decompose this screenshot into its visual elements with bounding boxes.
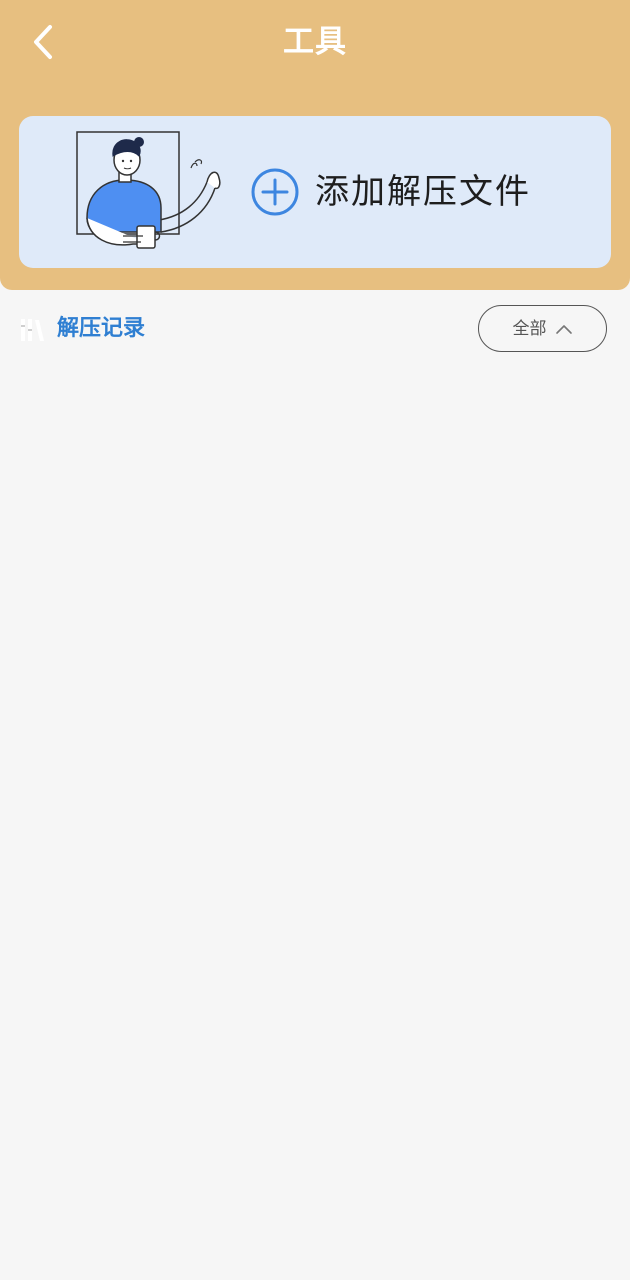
add-file-label: 添加解压文件	[315, 172, 531, 212]
records-icon	[21, 319, 44, 341]
filter-dropdown[interactable]: 全部	[478, 305, 607, 352]
records-title: 解压记录	[57, 316, 146, 341]
header: 工具 添加解压文件	[0, 0, 630, 290]
records-section-header: 解压记录 全部	[0, 300, 630, 360]
records-list	[0, 360, 630, 1280]
chevron-up-icon	[555, 324, 572, 334]
person-waving-illustration	[76, 131, 221, 249]
filter-selected-label: 全部	[512, 318, 547, 339]
add-file-card[interactable]: 添加解压文件	[19, 116, 611, 268]
page-title: 工具	[283, 24, 347, 60]
plus-circle-icon	[251, 168, 299, 216]
